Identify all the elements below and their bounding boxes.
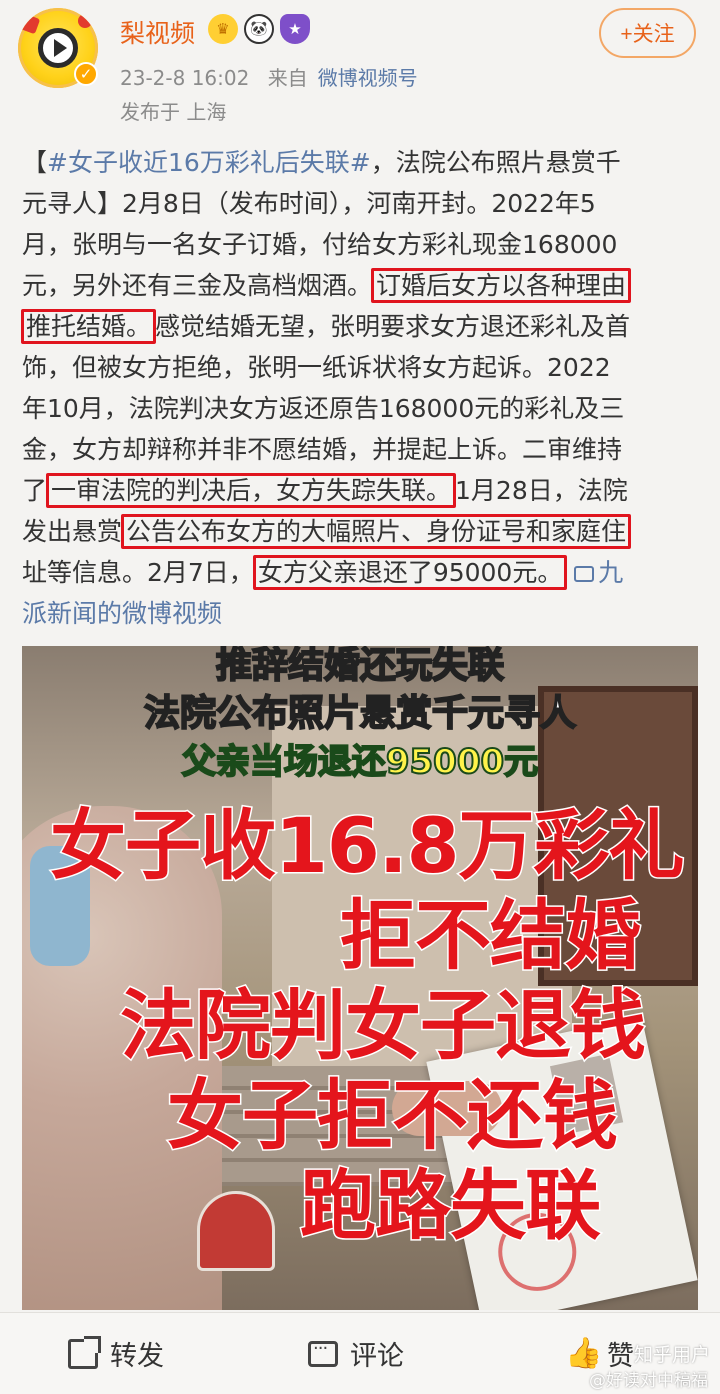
text-line: 址等信息。2月7日， 女方父亲退还了95000元。 九 (22, 552, 702, 593)
user-badges: ♛ 🐼 ★ (208, 14, 310, 44)
text: ，法院公布照片悬赏千 (370, 148, 621, 177)
source-link[interactable]: 微博视频号 (318, 66, 418, 90)
text: 元，另外还有三金及高档烟酒。 (22, 271, 373, 300)
share-icon (68, 1335, 101, 1369)
video-link[interactable]: 九 (574, 558, 623, 587)
watermark: 知乎用户 (633, 1344, 710, 1366)
text-line: 金，女方却辩称并非不愿结婚，并提起上诉。二审维持 (22, 435, 623, 464)
decoration (78, 14, 92, 28)
account-name[interactable]: 梨视频 (120, 14, 195, 50)
text-line: 推托结婚。 感觉结婚无望，张明要求女方退还彩礼及首 (21, 306, 702, 347)
panda-icon: 🐼 (244, 14, 274, 44)
post-meta: 23-2-8 16:02 来自 微博视频号 (120, 62, 418, 91)
timestamp: 23-2-8 16:02 (120, 66, 250, 90)
shield-icon: ★ (280, 14, 310, 44)
verified-badge-icon: ✓ (74, 62, 98, 86)
source-prefix: 来自 (267, 66, 308, 90)
follow-button[interactable]: +关注 (599, 8, 696, 58)
text-line: 发出悬赏 公告公布女方的大幅照片、身份证号和家庭住 (22, 511, 702, 552)
crown-icon: ♛ (208, 14, 238, 44)
text: 【 (22, 148, 48, 177)
image-overlay-text: 跑路失联 (299, 1160, 603, 1252)
text-line: 元，另外还有三金及高档烟酒。 订婚后女方以各种理由 (22, 265, 702, 306)
comment-button[interactable]: 评论 (308, 1313, 404, 1394)
decoration (19, 13, 41, 35)
highlight-box: 公告公布女方的大幅照片、身份证号和家庭住 (121, 514, 632, 549)
forward-label: 转发 (110, 1341, 164, 1372)
text: 址等信息。2月7日， (22, 558, 254, 587)
comment-icon (308, 1338, 338, 1367)
text: 1月28日，法院 (455, 476, 628, 505)
text-line: 饰，但被女方拒绝，张明一纸诉状将女方起诉。2022 (22, 353, 611, 382)
watermark: @好读对中稿福 (589, 1371, 708, 1391)
text: 感觉结婚无望，张明要求女方退还彩礼及首 (155, 312, 631, 341)
image-caption: 推辞结婚还玩失联 (215, 646, 505, 687)
video-link-text: 九 (598, 558, 624, 587)
location: 发布于 上海 (120, 100, 227, 124)
highlight-box: 女方父亲退还了95000元。 (252, 555, 568, 590)
text-line: 了一审法院的判决后，女方失踪失联。 1月28日，法院 (22, 470, 702, 511)
image-caption: 法院公布照片悬赏千元寻人 (143, 692, 577, 735)
thumbs-up-icon: 👍 (565, 1335, 603, 1371)
text: 发出悬赏 (22, 517, 123, 546)
post-text: 【#女子收近16万彩礼后失联#，法院公布照片悬赏千 元寻人】2月8日（发布时间）… (21, 142, 702, 634)
text-line: 【#女子收近16万彩礼后失联#，法院公布照片悬赏千 (22, 142, 702, 183)
forward-button[interactable]: 转发 (68, 1313, 164, 1394)
highlight-box: 订婚后女方以各种理由 (371, 268, 632, 303)
text-line: 月，张明与一名女子订婚，付给女方彩礼现金168000 (22, 230, 618, 259)
image-stool (197, 1191, 275, 1271)
highlight-box: 推托结婚。 (21, 309, 157, 344)
text: 了 (22, 476, 48, 505)
hashtag-link[interactable]: #女子收近16万彩礼后失联# (47, 148, 371, 177)
text-line: 元寻人】2月8日（发布时间），河南开封。2022年5 (22, 189, 596, 218)
comment-label: 评论 (350, 1341, 404, 1372)
video-icon (574, 566, 595, 582)
image-caption: 父亲当场退还95000元 (181, 741, 539, 783)
highlight-box: 一审法院的判决后，女方失踪失联。 (46, 473, 457, 508)
text-line: 年10月，法院判决女方返还原告168000元的彩礼及三 (22, 394, 625, 423)
play-icon (54, 39, 67, 57)
video-link-continued[interactable]: 派新闻的微博视频 (22, 593, 702, 634)
post-image[interactable]: 推辞结婚还玩失联 法院公布照片悬赏千元寻人 父亲当场退还95000元 女子收16… (22, 646, 698, 1310)
